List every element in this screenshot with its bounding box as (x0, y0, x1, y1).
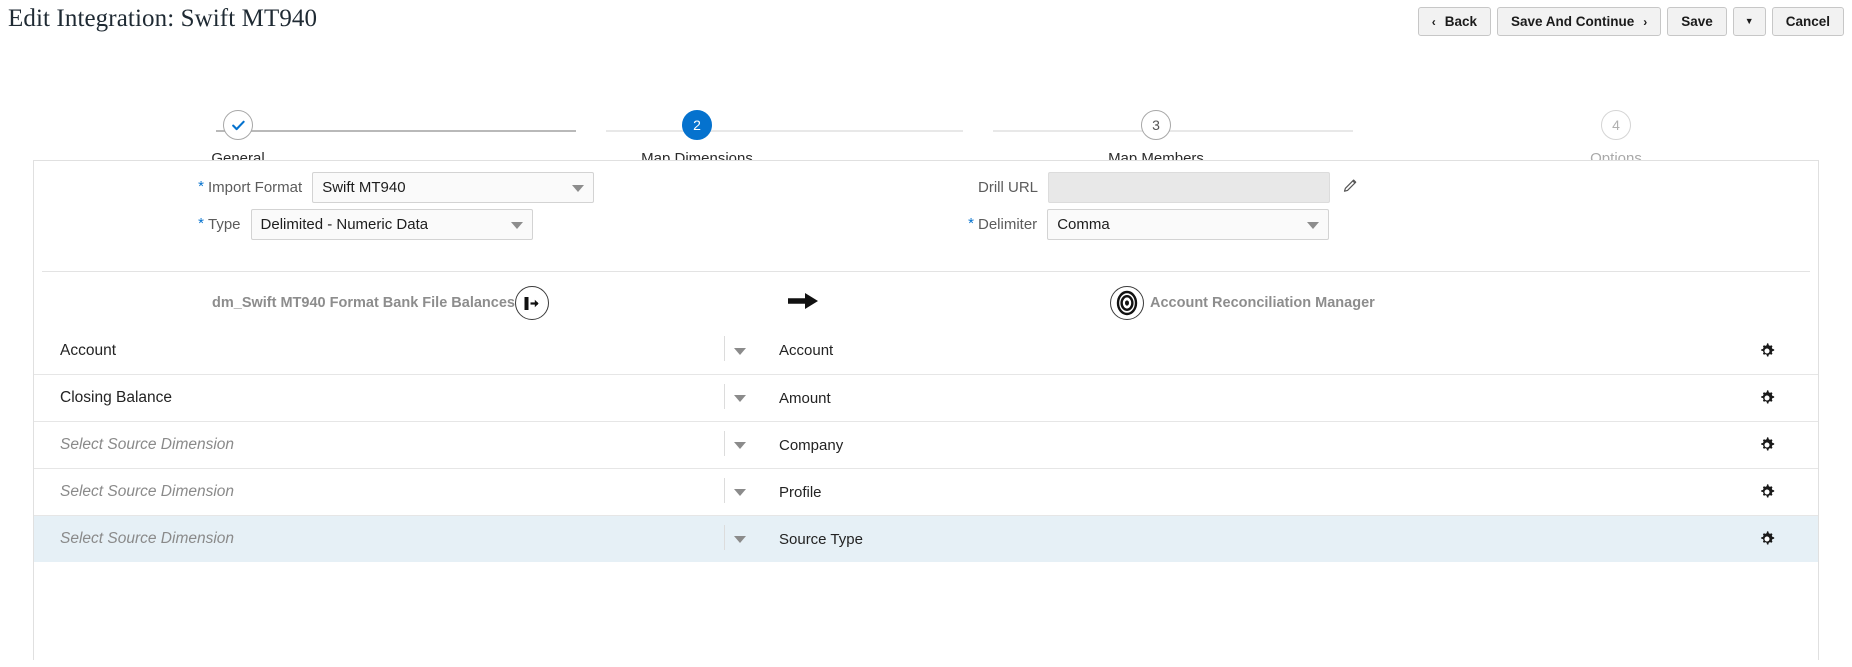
caret-down-icon[interactable] (734, 489, 746, 496)
row-source-dimension[interactable]: Select Source Dimension (60, 436, 234, 454)
chevron-right-icon: › (1643, 14, 1648, 29)
gear-icon[interactable] (1758, 389, 1776, 407)
caret-down-icon[interactable] (1307, 221, 1320, 229)
toolbar: ‹ Back Save And Continue › Save ▼ Cancel (1417, 7, 1844, 36)
target-bullseye-icon (1110, 286, 1144, 320)
target-application-header: Account Reconciliation Manager (1110, 286, 1375, 320)
form-area: * Import Format Swift MT940 * Type Delim… (34, 161, 1818, 271)
gear-icon[interactable] (1758, 483, 1776, 501)
save-button-label: Save (1681, 14, 1713, 29)
step-circle-1[interactable] (223, 110, 253, 140)
row-target-dimension: Profile (779, 483, 822, 501)
row-divider (724, 336, 725, 361)
required-indicator-delimiter: * (968, 214, 974, 232)
required-indicator-type: * (198, 214, 204, 232)
stepper-step-map-dimensions[interactable]: 2 Map Dimensions (617, 110, 777, 167)
cancel-button-label: Cancel (1785, 14, 1830, 29)
stepper-step-general[interactable]: General (158, 110, 318, 167)
stepper-step-options: 4 Options (1536, 110, 1696, 167)
table-row[interactable]: Select Source Dimension Source Type (34, 515, 1818, 562)
required-indicator-drill-url: * (964, 179, 978, 194)
row-target-dimension: Amount (779, 389, 831, 407)
gear-icon[interactable] (1758, 342, 1776, 360)
delimiter-select[interactable]: Comma (1047, 209, 1330, 240)
table-row[interactable]: Closing Balance Amount (34, 374, 1818, 421)
field-type: * Type Delimited - Numeric Data (194, 209, 533, 240)
page-title: Edit Integration: Swift MT940 (8, 5, 318, 32)
step-circle-3[interactable]: 3 (1141, 110, 1171, 140)
cancel-button[interactable]: Cancel (1771, 7, 1844, 36)
save-and-continue-button[interactable]: Save And Continue › (1497, 7, 1662, 36)
back-button-label: Back (1444, 14, 1477, 29)
row-target-dimension: Source Type (779, 530, 863, 548)
import-format-select[interactable]: Swift MT940 (312, 172, 595, 203)
caret-down-icon[interactable] (734, 442, 746, 449)
stepper-step-map-members[interactable]: 3 Map Members (1076, 110, 1236, 167)
gear-icon[interactable] (1758, 436, 1776, 454)
table-row[interactable]: Select Source Dimension Company (34, 421, 1818, 468)
mapping-header: dm_Swift MT940 Format Bank File Balances (42, 271, 1810, 327)
caret-down-icon[interactable] (734, 347, 746, 355)
save-and-continue-label: Save And Continue (1511, 14, 1635, 29)
integration-panel: * Import Format Swift MT940 * Type Delim… (33, 160, 1819, 660)
row-divider (724, 525, 725, 550)
arrow-right-icon (787, 290, 821, 317)
type-value: Delimited - Numeric Data (260, 216, 429, 233)
row-divider (724, 431, 725, 456)
label-delimiter: Delimiter (978, 216, 1038, 233)
check-icon (230, 117, 247, 134)
caret-down-icon[interactable] (734, 395, 746, 402)
row-target-dimension: Company (779, 436, 844, 454)
table-row[interactable]: Account Account (34, 327, 1818, 374)
field-import-format: * Import Format Swift MT940 (194, 172, 595, 203)
drill-url-input (1048, 172, 1330, 203)
step-number-2: 2 (693, 117, 701, 133)
field-delimiter: * Delimiter Comma (964, 209, 1330, 240)
label-drill-url: Drill URL (978, 179, 1038, 196)
source-export-icon (514, 286, 549, 320)
field-drill-url: * Drill URL (964, 172, 1359, 203)
dimension-mapping-table: Account Account Closing Balance Amount S… (34, 327, 1818, 562)
label-type: Type (208, 216, 241, 233)
chevron-left-icon: ‹ (1431, 14, 1436, 29)
delimiter-value: Comma (1057, 216, 1110, 233)
step-circle-2[interactable]: 2 (682, 110, 712, 140)
row-source-dimension[interactable]: Closing Balance (60, 389, 172, 407)
label-import-format: Import Format (208, 179, 303, 196)
row-source-dimension[interactable]: Account (60, 342, 116, 360)
source-application-header: dm_Swift MT940 Format Bank File Balances (212, 286, 549, 320)
target-application-label: Account Reconciliation Manager (1150, 295, 1375, 311)
row-source-dimension[interactable]: Select Source Dimension (60, 483, 234, 501)
step-number-4: 4 (1612, 117, 1620, 133)
save-options-dropdown-button[interactable]: ▼ (1732, 7, 1766, 36)
save-button[interactable]: Save (1667, 7, 1727, 36)
pencil-icon[interactable] (1342, 177, 1359, 199)
caret-down-icon[interactable] (572, 184, 585, 192)
required-indicator-import-format: * (198, 177, 204, 195)
gear-icon[interactable] (1758, 530, 1776, 548)
table-row[interactable]: Select Source Dimension Profile (34, 468, 1818, 515)
type-select[interactable]: Delimited - Numeric Data (250, 209, 533, 240)
back-button[interactable]: ‹ Back (1417, 7, 1491, 36)
page-header: Edit Integration: Swift MT940 ‹ Back Sav… (0, 0, 1852, 48)
row-divider (724, 478, 725, 503)
source-application-label: dm_Swift MT940 Format Bank File Balances (212, 295, 515, 311)
step-circle-4: 4 (1601, 110, 1631, 140)
import-format-value: Swift MT940 (322, 179, 406, 196)
caret-down-icon: ▼ (1744, 16, 1754, 26)
caret-down-icon[interactable] (510, 221, 523, 229)
wizard-stepper: General 2 Map Dimensions 3 Map Members 4… (0, 50, 1852, 167)
row-source-dimension[interactable]: Select Source Dimension (60, 530, 234, 548)
row-divider (724, 384, 725, 409)
caret-down-icon[interactable] (734, 536, 746, 543)
step-number-3: 3 (1152, 117, 1160, 133)
row-target-dimension: Account (779, 342, 834, 359)
